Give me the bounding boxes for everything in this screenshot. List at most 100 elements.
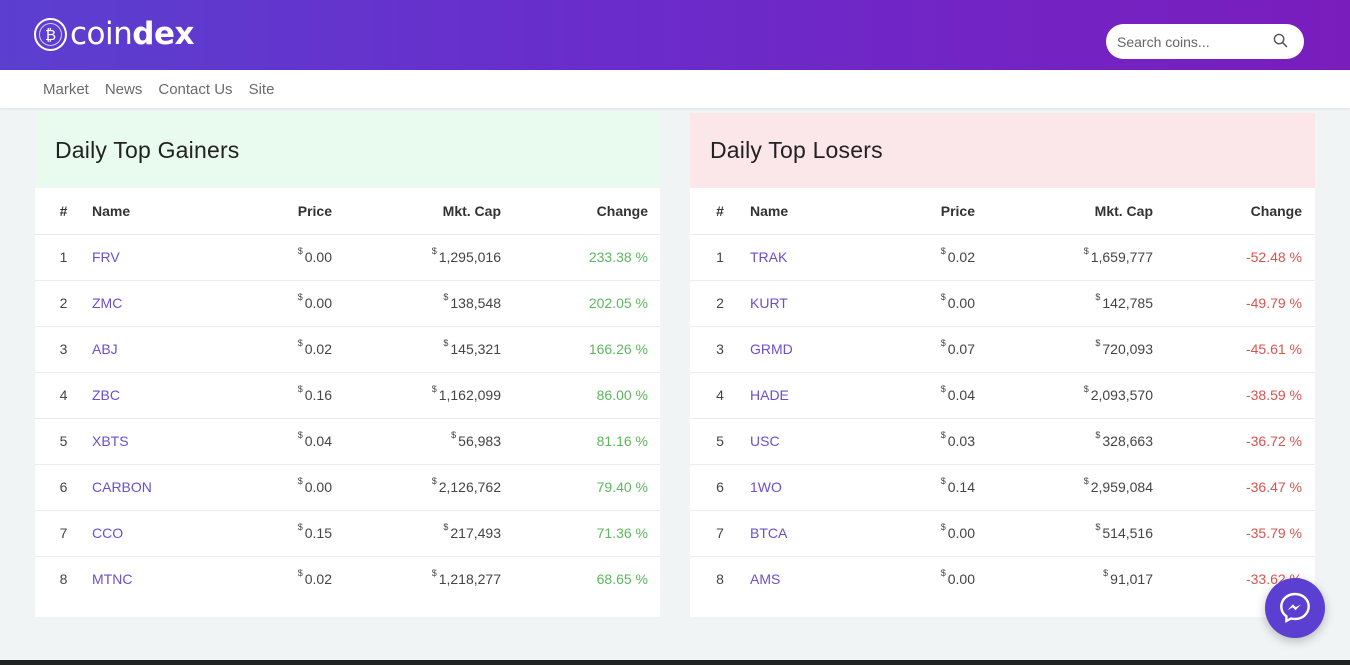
bottom-strip [0,660,1350,665]
row-rank: 3 [690,326,750,373]
coin-link[interactable]: CARBON [92,479,152,495]
col-name[interactable]: Name [92,188,232,235]
currency-symbol: $ [443,292,449,302]
table-row[interactable]: 4 ZBC $0.16 $1,162,099 86.00 % [35,372,660,419]
top-gainers-table: # Name Price Mkt. Cap Change 1 FRV $0.00 $1… [35,188,660,602]
row-change: 71.36 % [501,510,648,557]
site-logo[interactable]: ₿ coindex [34,18,194,51]
nav-news[interactable]: News [105,81,143,98]
coin-link[interactable]: HADE [750,387,789,403]
top-gainers-title: Daily Top Gainers [55,137,240,163]
nav-site[interactable]: Site [249,81,275,98]
table-row[interactable]: 5 USC $0.03 $328,663 -36.72 % [690,418,1315,465]
coin-link[interactable]: KURT [750,295,788,311]
row-price: $0.15 [232,510,332,557]
coin-link[interactable]: USC [750,433,780,449]
col-mkt-cap[interactable]: Mkt. Cap [332,188,501,235]
price-value: 0.16 [304,387,332,403]
row-price: $0.00 [232,280,332,327]
table-row[interactable]: 4 HADE $0.04 $2,093,570 -38.59 % [690,372,1315,419]
row-rank: 4 [35,372,92,419]
mkt-cap-value: 1,659,777 [1090,249,1153,265]
table-row[interactable]: 8 AMS $0.00 $91,017 -33.62 % [690,556,1315,602]
currency-symbol: $ [431,476,437,486]
coin-link[interactable]: MTNC [92,571,132,587]
table-row[interactable]: 2 ZMC $0.00 $138,548 202.05 % [35,280,660,327]
currency-symbol: $ [940,568,946,579]
table-row[interactable]: 5 XBTS $0.04 $56,983 81.16 % [35,418,660,465]
col-price[interactable]: Price [890,188,975,235]
row-price: $0.00 [890,280,975,327]
currency-symbol: $ [1095,338,1101,348]
mkt-cap-value: 2,959,084 [1090,479,1153,495]
coin-link[interactable]: GRMD [750,341,793,357]
row-mkt-cap: $56,983 [332,418,501,465]
row-mkt-cap: $142,785 [975,280,1153,327]
currency-symbol: $ [431,246,437,256]
price-value: 0.00 [947,571,975,588]
table-row[interactable]: 7 BTCA $0.00 $514,516 -35.79 % [690,510,1315,557]
currency-symbol: $ [940,384,946,394]
search-icon[interactable] [1273,33,1288,48]
table-row[interactable]: 8 MTNC $0.02 $1,218,277 68.65 % [35,556,660,602]
top-header: ₿ coindex [0,0,1350,70]
coin-link[interactable]: ZMC [92,295,122,311]
messenger-chat-button[interactable] [1265,578,1325,638]
mkt-cap-value: 91,017 [1110,571,1153,588]
price-value: 0.02 [304,341,332,357]
nav-contact-us[interactable]: Contact Us [158,81,232,98]
row-change: 68.65 % [596,571,648,588]
row-price: $0.00 [232,234,332,281]
coin-link[interactable]: ABJ [92,341,118,357]
top-losers-table: # Name Price Mkt. Cap Change 1 TRAK $0.02 $… [690,188,1315,602]
currency-symbol: $ [297,476,303,486]
currency-symbol: $ [940,522,946,532]
col-name[interactable]: Name [750,188,890,235]
coin-link[interactable]: AMS [750,571,780,587]
table-row[interactable]: 6 1WO $0.14 $2,959,084 -36.47 % [690,464,1315,511]
mkt-cap-value: 217,493 [450,525,501,541]
row-mkt-cap: $1,295,016 [332,234,501,281]
table-row[interactable]: 3 ABJ $0.02 $145,321 166.26 % [35,326,660,373]
coin-link[interactable]: CCO [92,525,123,541]
currency-symbol: $ [940,430,946,440]
row-price: $0.02 [232,326,332,373]
table-row[interactable]: 1 TRAK $0.02 $1,659,777 -52.48 % [690,234,1315,281]
row-mkt-cap: $138,548 [332,280,501,327]
row-change: 86.00 % [501,372,648,419]
row-mkt-cap: $1,162,099 [332,372,501,419]
row-mkt-cap: $1,659,777 [975,234,1153,281]
search-input[interactable] [1117,33,1277,50]
col-change[interactable]: Change [501,188,648,235]
row-mkt-cap: $2,093,570 [975,372,1153,419]
price-value: 0.04 [947,387,975,403]
row-mkt-cap: $2,959,084 [975,464,1153,511]
table-row[interactable]: 7 CCO $0.15 $217,493 71.36 % [35,510,660,557]
coin-link[interactable]: 1WO [750,479,782,495]
coin-link[interactable]: ZBC [92,387,120,403]
currency-symbol: $ [443,522,449,532]
currency-symbol: $ [431,568,437,579]
nav-market[interactable]: Market [43,81,89,98]
col-price[interactable]: Price [232,188,332,235]
table-row[interactable]: 3 GRMD $0.07 $720,093 -45.61 % [690,326,1315,373]
coin-link[interactable]: XBTS [92,433,129,449]
top-gainers-header: Daily Top Gainers [35,113,660,188]
currency-symbol: $ [940,338,946,348]
coin-link[interactable]: FRV [92,249,120,265]
table-row[interactable]: 2 KURT $0.00 $142,785 -49.79 % [690,280,1315,327]
row-price: $0.02 [232,556,332,602]
logo-suffix: dex [132,16,194,52]
search-box [1106,24,1304,59]
coin-link[interactable]: TRAK [750,249,787,265]
col-mkt-cap[interactable]: Mkt. Cap [975,188,1153,235]
row-rank: 7 [35,510,92,557]
currency-symbol: $ [1095,522,1101,532]
table-row[interactable]: 6 CARBON $0.00 $2,126,762 79.40 % [35,464,660,511]
row-change: -35.79 % [1153,510,1302,557]
coin-link[interactable]: BTCA [750,525,787,541]
currency-symbol: $ [297,384,303,394]
table-row[interactable]: 1 FRV $0.00 $1,295,016 233.38 % [35,234,660,281]
row-mkt-cap: $1,218,277 [332,556,501,602]
col-change[interactable]: Change [1153,188,1302,235]
